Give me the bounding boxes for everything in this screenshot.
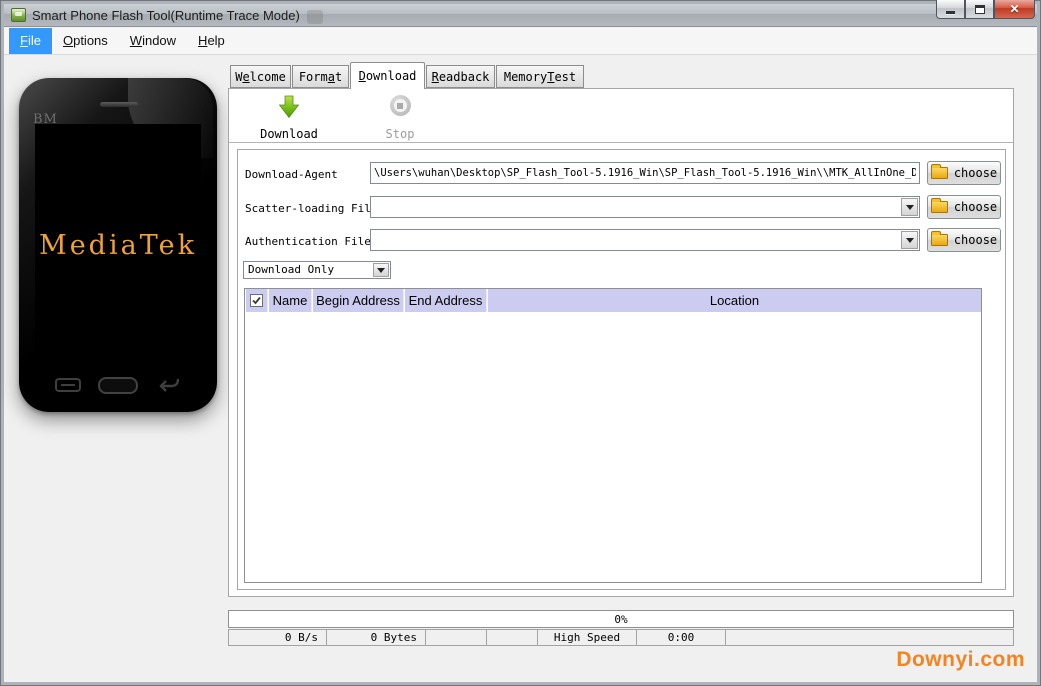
- tab-memory-test[interactable]: Memory Test: [496, 65, 584, 88]
- menu-item-help[interactable]: Help: [187, 28, 236, 54]
- folder-icon: [931, 201, 948, 213]
- auth-file-label: Authentication File: [245, 235, 371, 248]
- phone-home-button: [98, 377, 138, 394]
- app-icon: [11, 8, 26, 22]
- column-header-location: Location: [487, 289, 981, 312]
- scatter-file-dropdown-arrow[interactable]: [901, 198, 918, 216]
- status-cell-time: 0:00: [637, 630, 726, 645]
- phone-screen: MediaTek: [35, 124, 201, 366]
- tab-readback[interactable]: Readback: [426, 65, 495, 88]
- choose-button-label: choose: [954, 166, 997, 180]
- check-icon: [251, 295, 262, 306]
- choose-button-label: choose: [954, 233, 997, 247]
- tab-download[interactable]: Download: [350, 62, 425, 89]
- stop-button-label: Stop: [386, 127, 415, 141]
- minimize-icon: [946, 11, 955, 14]
- select-all-cell: [245, 289, 268, 312]
- download-button-label: Download: [260, 127, 318, 141]
- download-agent-label: Download-Agent: [245, 168, 338, 181]
- window-title: Smart Phone Flash Tool(Runtime Trace Mod…: [32, 8, 300, 23]
- maximize-button[interactable]: [965, 0, 994, 19]
- status-cell-mode: High Speed: [538, 630, 637, 645]
- close-icon: ✕: [1009, 3, 1019, 15]
- column-header-name: Name: [268, 289, 312, 312]
- status-cell-empty-2: [487, 630, 538, 645]
- phone-nav-buttons: [19, 370, 217, 400]
- minimize-button[interactable]: [936, 0, 965, 19]
- stop-icon: [390, 95, 411, 116]
- mediatek-logo: MediaTek: [39, 230, 197, 261]
- partition-table-body[interactable]: [245, 312, 981, 582]
- menu-item-file[interactable]: File: [9, 28, 52, 54]
- phone-speaker: [100, 102, 138, 107]
- scatter-file-combobox[interactable]: [370, 196, 920, 218]
- folder-icon: [931, 234, 948, 246]
- tab-format[interactable]: Format: [292, 65, 349, 88]
- status-cell-empty-1: [426, 630, 487, 645]
- status-cell-bytes: 0 Bytes: [327, 630, 426, 645]
- phone-back-icon: [155, 377, 181, 393]
- site-watermark: Downyi.com: [896, 648, 1025, 672]
- progress-percent: 0%: [614, 613, 627, 626]
- toolbar-separator: [229, 142, 1013, 144]
- title-watermark-smudge: [307, 10, 323, 24]
- status-cell-speed: 0 B/s: [229, 630, 327, 645]
- download-button[interactable]: Download: [247, 95, 331, 141]
- select-all-checkbox[interactable]: [250, 294, 263, 307]
- download-agent-input[interactable]: [370, 162, 920, 184]
- choose-button-label: choose: [954, 200, 997, 214]
- menu-item-window[interactable]: Window: [119, 28, 187, 54]
- mode-select-value: Download Only: [248, 263, 334, 276]
- window-titlebar: Smart Phone Flash Tool(Runtime Trace Mod…: [4, 4, 1037, 27]
- close-button[interactable]: ✕: [994, 0, 1035, 19]
- mode-select-dropdown-arrow[interactable]: [373, 263, 389, 277]
- menu-item-options[interactable]: Options: [52, 28, 119, 54]
- scatter-file-label: Scatter-loading File: [245, 202, 377, 215]
- column-header-begin-address: Begin Address: [312, 289, 404, 312]
- maximize-icon: [975, 5, 985, 14]
- partition-table-header: NameBegin AddressEnd AddressLocation: [245, 289, 981, 312]
- phone-menu-icon: [55, 377, 81, 393]
- scatter-file-choose-button[interactable]: choose: [927, 195, 1001, 219]
- partition-table: NameBegin AddressEnd AddressLocation: [244, 288, 982, 583]
- download-arrow-icon: [279, 95, 299, 119]
- stop-button[interactable]: Stop: [358, 95, 442, 141]
- download-agent-choose-button[interactable]: choose: [927, 161, 1001, 185]
- app-window: Smart Phone Flash Tool(Runtime Trace Mod…: [0, 0, 1041, 686]
- status-cell-empty-3: [726, 630, 1013, 645]
- auth-file-combobox[interactable]: [370, 229, 920, 251]
- tab-welcome[interactable]: Welcome: [230, 65, 291, 88]
- auth-file-choose-button[interactable]: choose: [927, 228, 1001, 252]
- phone-image: BM MediaTek: [19, 78, 217, 412]
- progress-bar: 0%: [228, 610, 1014, 628]
- status-bar: 0 B/s0 Bytes High Speed0:00: [228, 629, 1014, 646]
- menu-bar: FileOptionsWindowHelp: [4, 28, 1037, 55]
- column-header-end-address: End Address: [404, 289, 487, 312]
- window-controls: ✕: [936, 0, 1035, 19]
- mode-select[interactable]: Download Only: [243, 261, 391, 279]
- folder-icon: [931, 167, 948, 179]
- auth-file-dropdown-arrow[interactable]: [901, 231, 918, 249]
